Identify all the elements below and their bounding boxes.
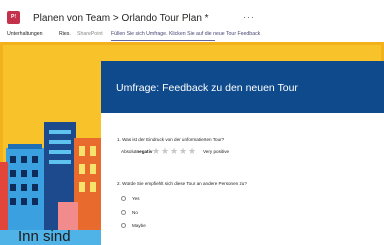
planner-app-icon[interactable]: P! xyxy=(7,11,20,24)
option-label: Yes xyxy=(132,196,140,201)
question-1-text: 1. Was ist der Eindruck von der unformat… xyxy=(117,137,225,142)
survey-form-card: Umfrage: Feedback zu den neuen Tour 1. W… xyxy=(101,61,384,245)
rating-low-label: Absolutnegativ xyxy=(121,149,153,154)
app-header: P! Planen von Team > Orlando Tour Plan *… xyxy=(0,0,384,41)
tab-survey-feedback[interactable]: Füllen Sie sich Umfrage. Klicken Sie auf… xyxy=(111,31,260,37)
form-header: Umfrage: Feedback zu den neuen Tour xyxy=(101,61,384,113)
star-icon[interactable]: ★ xyxy=(188,147,196,156)
radio-button-icon[interactable] xyxy=(121,210,126,215)
form-title: Umfrage: Feedback zu den neuen Tour xyxy=(116,82,298,94)
illustration-caption: Inn sind xyxy=(18,228,71,245)
active-tab-indicator xyxy=(111,40,215,41)
city-buildings-icon xyxy=(0,122,102,245)
star-icon[interactable]: ★ xyxy=(161,147,169,156)
star-icon[interactable]: ★ xyxy=(170,147,178,156)
breadcrumb: Planen von Team > Orlando Tour Plan * xyxy=(33,13,209,24)
tab-files[interactable]: Ries. xyxy=(59,31,71,37)
tab-conversations[interactable]: Unterhaltungen xyxy=(7,31,42,37)
question-2-text: 2. Würde Sie empfiehlt sich diese Tour a… xyxy=(117,181,247,186)
star-icon[interactable]: ★ xyxy=(179,147,187,156)
city-illustration: Inn sind xyxy=(0,52,102,245)
star-icon[interactable]: ★ xyxy=(152,147,160,156)
radio-button-icon[interactable] xyxy=(121,196,126,201)
more-options-icon[interactable]: ··· xyxy=(243,12,255,22)
radio-button-icon[interactable] xyxy=(121,223,126,228)
rating-high-label: Very positive xyxy=(203,149,230,154)
tab-sharepoint[interactable]: SharePoint xyxy=(77,31,103,37)
option-label: No xyxy=(132,210,138,215)
option-label: Maybe xyxy=(132,223,146,228)
